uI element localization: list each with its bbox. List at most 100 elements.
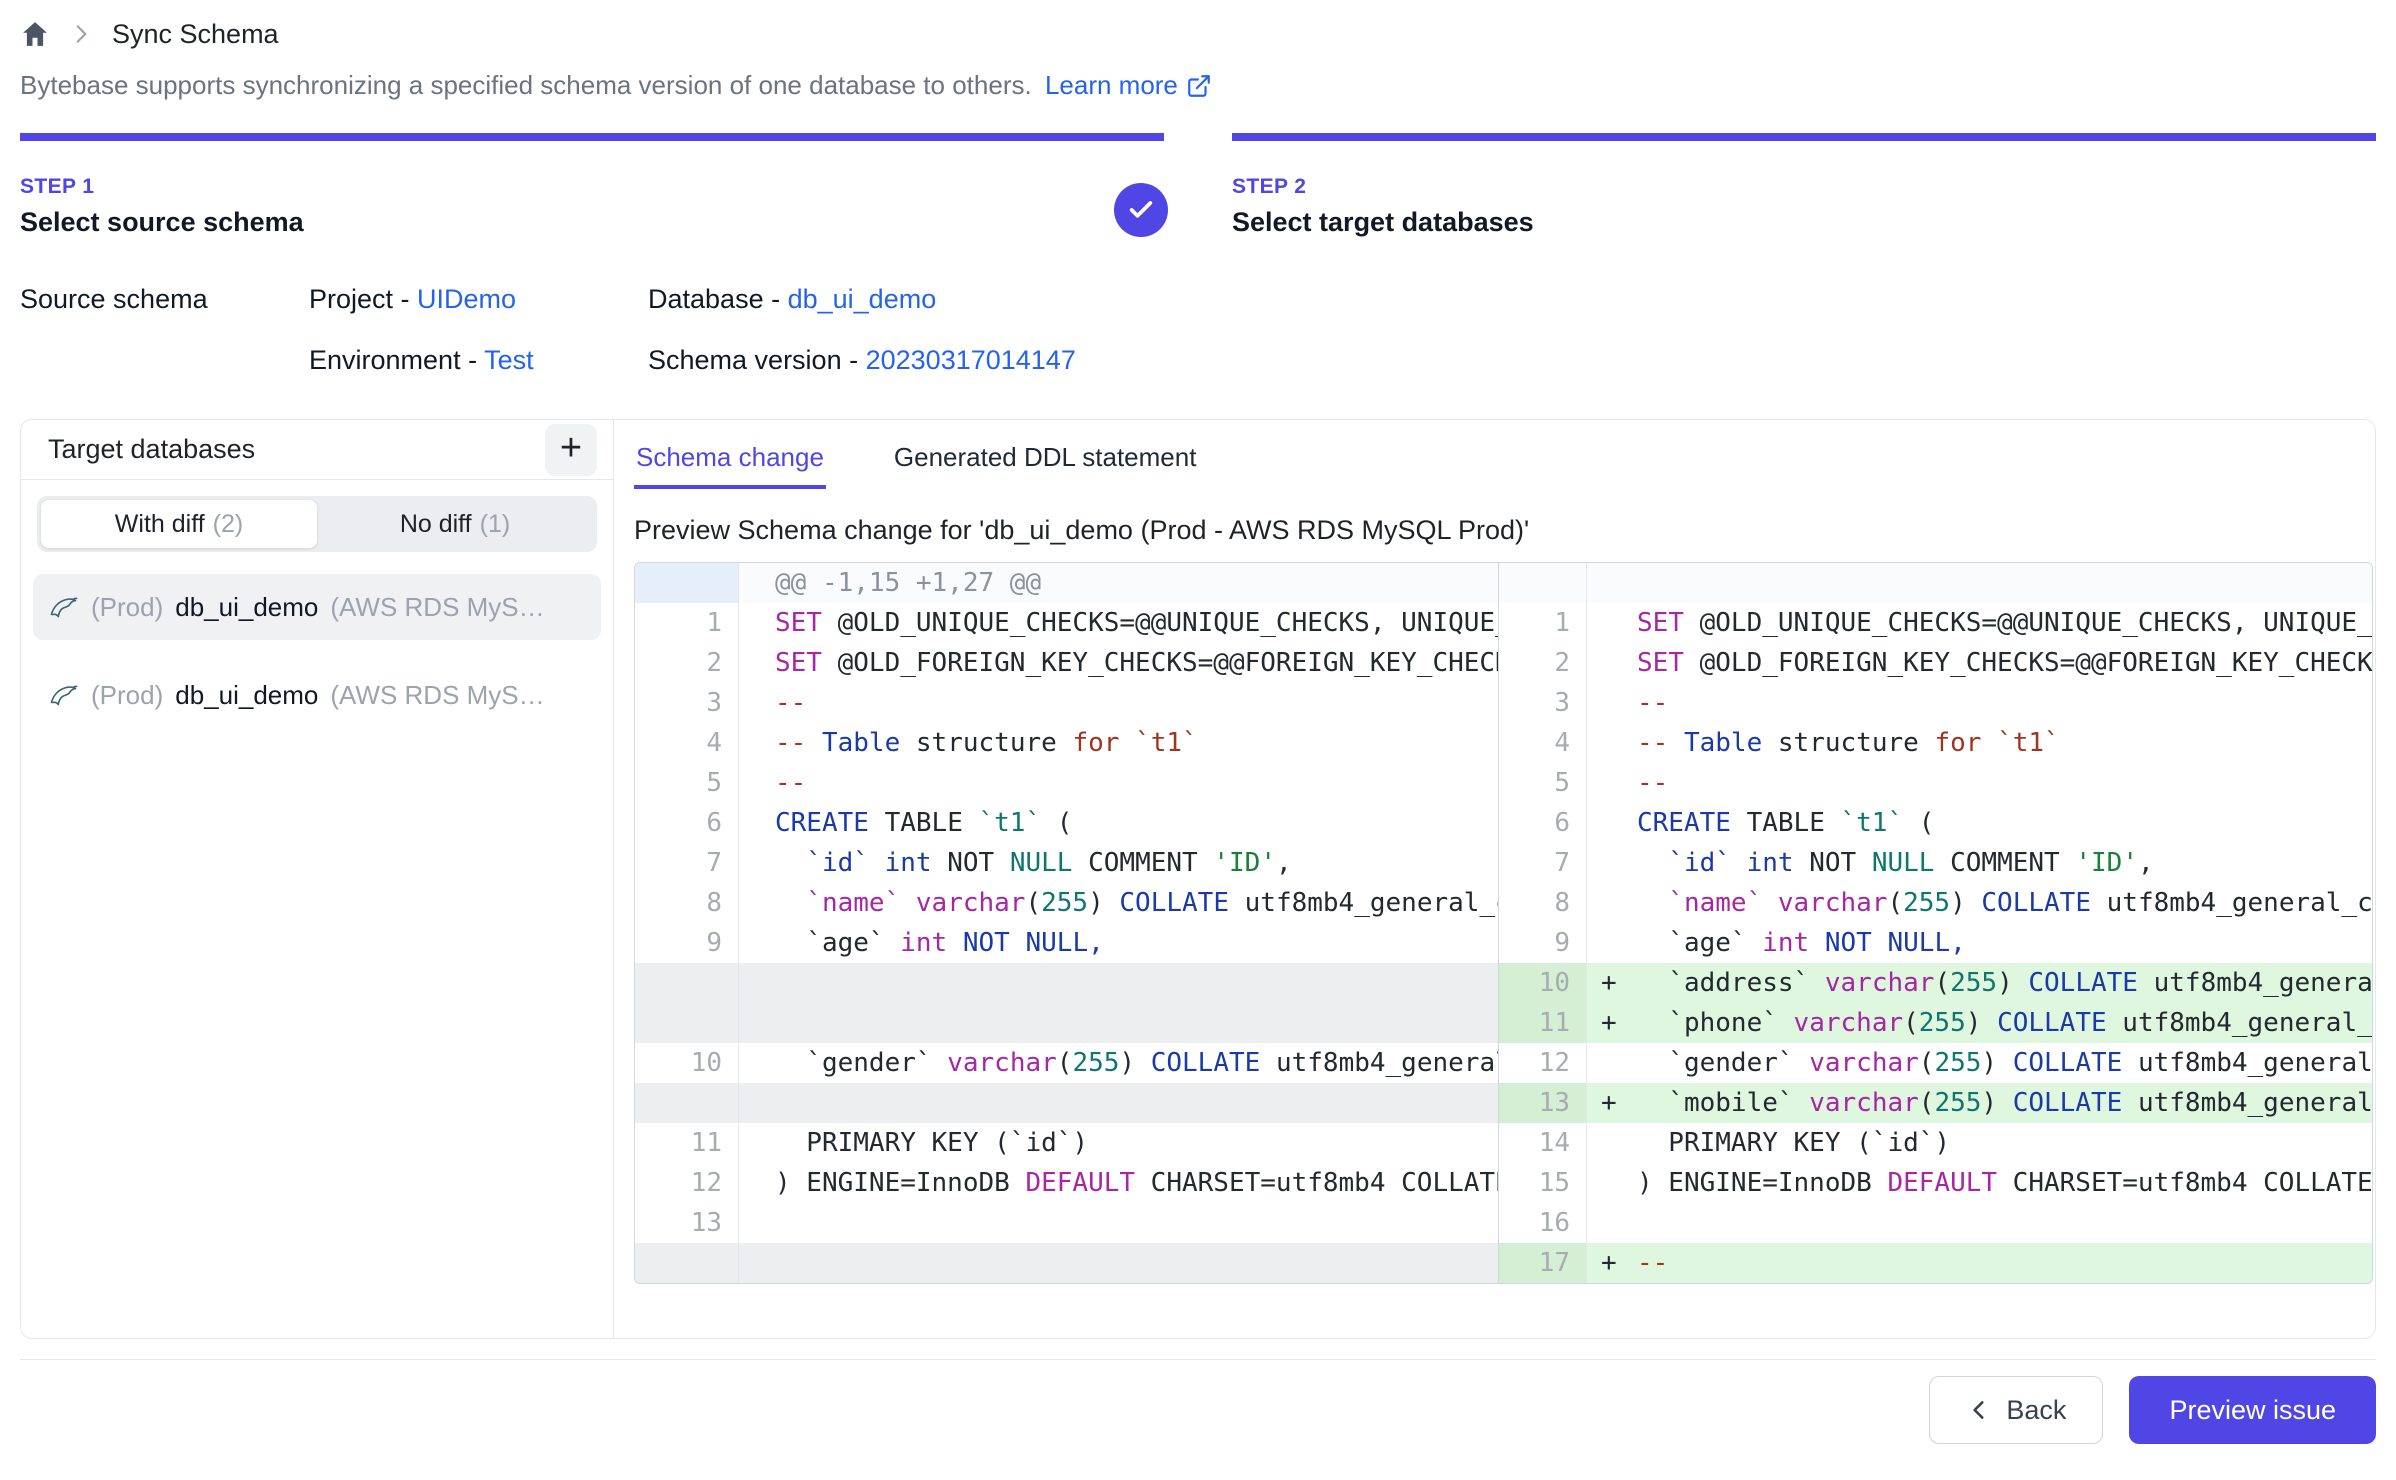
schema-version-field: Schema version - 20230317014147 xyxy=(648,345,2376,376)
line-number: 10 xyxy=(635,1043,739,1083)
external-link-icon xyxy=(1186,73,1212,99)
target-database-list: (Prod) db_ui_demo (AWS RDS MyS… (Prod) d… xyxy=(21,574,613,728)
tab-generated-ddl[interactable]: Generated DDL statement xyxy=(892,432,1199,489)
diff-pane-target: 6CREATE TABLE `t1` ( xyxy=(1499,803,2372,843)
code-line: ) ENGINE=InnoDB DEFAULT CHARSET=utf8mb4 … xyxy=(1587,1163,2372,1203)
database-env: (Prod) xyxy=(91,680,163,711)
diff-add-marker: + xyxy=(1601,1243,1637,1283)
diff-pane-target: 16 xyxy=(1499,1203,2372,1243)
diff-pane-target: 8 `name` varchar(255) COLLATE utf8mb4_ge… xyxy=(1499,883,2372,923)
code-line: + `phone` varchar(255) COLLATE utf8mb4_g… xyxy=(1587,1003,2372,1043)
step-2: STEP 2 Select target databases xyxy=(1232,133,2376,238)
diff-pane-source: 5-- xyxy=(635,763,1499,803)
line-number: 3 xyxy=(1499,683,1587,723)
diff-row: 1316 xyxy=(635,1203,2372,1243)
preview-issue-button[interactable]: Preview issue xyxy=(2129,1376,2376,1444)
environment-link[interactable]: Test xyxy=(484,345,534,375)
line-number: 12 xyxy=(635,1163,739,1203)
diff-row: 7 `id` int NOT NULL COMMENT 'ID',7 `id` … xyxy=(635,843,2372,883)
tab-no-diff[interactable]: No diff (1) xyxy=(317,500,593,548)
line-number: 14 xyxy=(1499,1123,1587,1163)
database-list-item-1[interactable]: (Prod) db_ui_demo (AWS RDS MyS… xyxy=(33,574,601,640)
step1-complete-check-icon xyxy=(1114,183,1168,237)
line-number xyxy=(635,563,739,603)
code-line: -- xyxy=(1587,683,2372,723)
code-line: ) ENGINE=InnoDB DEFAULT CHARSET=utf8mb4 … xyxy=(739,1163,1498,1203)
code-line xyxy=(739,963,1498,1003)
line-number: 9 xyxy=(635,923,739,963)
database-field: Database - db_ui_demo xyxy=(648,284,2376,315)
diff-pane-target: 15) ENGINE=InnoDB DEFAULT CHARSET=utf8mb… xyxy=(1499,1163,2372,1203)
back-button[interactable]: Back xyxy=(1929,1376,2103,1444)
diff-row: @@ -1,15 +1,27 @@ xyxy=(635,563,2372,603)
add-target-database-button[interactable]: + xyxy=(545,424,597,476)
target-databases-header: Target databases + xyxy=(21,420,613,480)
step2-title: Select target databases xyxy=(1232,207,2376,238)
diff-filter-tabs: With diff (2) No diff (1) xyxy=(37,496,597,552)
diff-pane-source: 1SET @OLD_UNIQUE_CHECKS=@@UNIQUE_CHECKS,… xyxy=(635,603,1499,643)
database-list-item-2[interactable]: (Prod) db_ui_demo (AWS RDS MyS… xyxy=(33,662,601,728)
code-line: `name` varchar(255) COLLATE utf8mb4_gene… xyxy=(1587,883,2372,923)
database-instance: (AWS RDS MyS… xyxy=(330,680,544,711)
code-line xyxy=(1587,1203,2372,1243)
line-number: 17 xyxy=(1499,1243,1587,1283)
diff-pane-source: 3-- xyxy=(635,683,1499,723)
diff-row: 2SET @OLD_FOREIGN_KEY_CHECKS=@@FOREIGN_K… xyxy=(635,643,2372,683)
code-line: `age` int NOT NULL, xyxy=(1587,923,2372,963)
source-schema-summary: Source schema Project - UIDemo Database … xyxy=(20,284,2376,376)
code-line xyxy=(739,1243,1498,1283)
line-number: 8 xyxy=(635,883,739,923)
diff-pane-target: 9 `age` int NOT NULL, xyxy=(1499,923,2372,963)
line-number: 11 xyxy=(1499,1003,1587,1043)
description-text: Bytebase supports synchronizing a specif… xyxy=(20,70,1032,100)
diff-row: 1SET @OLD_UNIQUE_CHECKS=@@UNIQUE_CHECKS,… xyxy=(635,603,2372,643)
line-number: 4 xyxy=(635,723,739,763)
home-icon[interactable] xyxy=(20,19,50,49)
code-line: -- Table structure for `t1` xyxy=(739,723,1498,763)
diff-pane-source: 13 xyxy=(635,1203,1499,1243)
learn-more-link[interactable]: Learn more xyxy=(1045,70,1212,101)
line-number: 11 xyxy=(635,1123,739,1163)
diff-row: 10+ `address` varchar(255) COLLATE utf8m… xyxy=(635,963,2372,1003)
step1-progress-bar xyxy=(20,133,1164,141)
line-number xyxy=(635,1083,739,1123)
diff-pane-target: 10+ `address` varchar(255) COLLATE utf8m… xyxy=(1499,963,2372,1003)
code-line: `gender` varchar(255) COLLATE utf8mb4_ge… xyxy=(739,1043,1498,1083)
line-number: 1 xyxy=(1499,603,1587,643)
tab-with-diff[interactable]: With diff (2) xyxy=(41,500,317,548)
diff-pane-source: 2SET @OLD_FOREIGN_KEY_CHECKS=@@FOREIGN_K… xyxy=(635,643,1499,683)
step2-label: STEP 2 xyxy=(1232,175,2376,199)
footer: Back Preview issue xyxy=(20,1360,2376,1444)
line-number: 5 xyxy=(1499,763,1587,803)
line-number: 10 xyxy=(1499,963,1587,1003)
project-link[interactable]: UIDemo xyxy=(417,284,516,314)
diff-row: 4-- Table structure for `t1`4-- Table st… xyxy=(635,723,2372,763)
code-line: `age` int NOT NULL, xyxy=(739,923,1498,963)
code-line: -- Table structure for `t1` xyxy=(1587,723,2372,763)
diff-row: 8 `name` varchar(255) COLLATE utf8mb4_ge… xyxy=(635,883,2372,923)
line-number: 9 xyxy=(1499,923,1587,963)
diff-pane-target: 5-- xyxy=(1499,763,2372,803)
line-number: 8 xyxy=(1499,883,1587,923)
code-line: `name` varchar(255) COLLATE utf8mb4_gene… xyxy=(739,883,1498,923)
database-label: Database - xyxy=(648,284,780,314)
tab-schema-change[interactable]: Schema change xyxy=(634,432,826,489)
database-name: db_ui_demo xyxy=(175,592,318,623)
code-line: + `mobile` varchar(255) COLLATE utf8mb4_… xyxy=(1587,1083,2372,1123)
line-number: 3 xyxy=(635,683,739,723)
code-line: PRIMARY KEY (`id`) xyxy=(739,1123,1498,1163)
diff-pane-source: 10 `gender` varchar(255) COLLATE utf8mb4… xyxy=(635,1043,1499,1083)
database-link[interactable]: db_ui_demo xyxy=(788,284,937,314)
diff-pane-target: 2SET @OLD_FOREIGN_KEY_CHECKS=@@FOREIGN_K… xyxy=(1499,643,2372,683)
diff-pane-source: 6CREATE TABLE `t1` ( xyxy=(635,803,1499,843)
target-databases-panel: Target databases + With diff (2) No diff… xyxy=(21,420,614,1338)
line-number: 6 xyxy=(1499,803,1587,843)
diff-row: 17+-- xyxy=(635,1243,2372,1283)
preview-title: Preview Schema change for 'db_ui_demo (P… xyxy=(634,515,2367,546)
schema-version-link[interactable]: 20230317014147 xyxy=(866,345,1076,375)
code-line: `gender` varchar(255) COLLATE utf8mb4_ge… xyxy=(1587,1043,2372,1083)
diff-pane-target xyxy=(1499,563,2372,603)
diff-pane-target: 17+-- xyxy=(1499,1243,2372,1283)
code-line xyxy=(739,1203,1498,1243)
diff-pane-target: 4-- Table structure for `t1` xyxy=(1499,723,2372,763)
